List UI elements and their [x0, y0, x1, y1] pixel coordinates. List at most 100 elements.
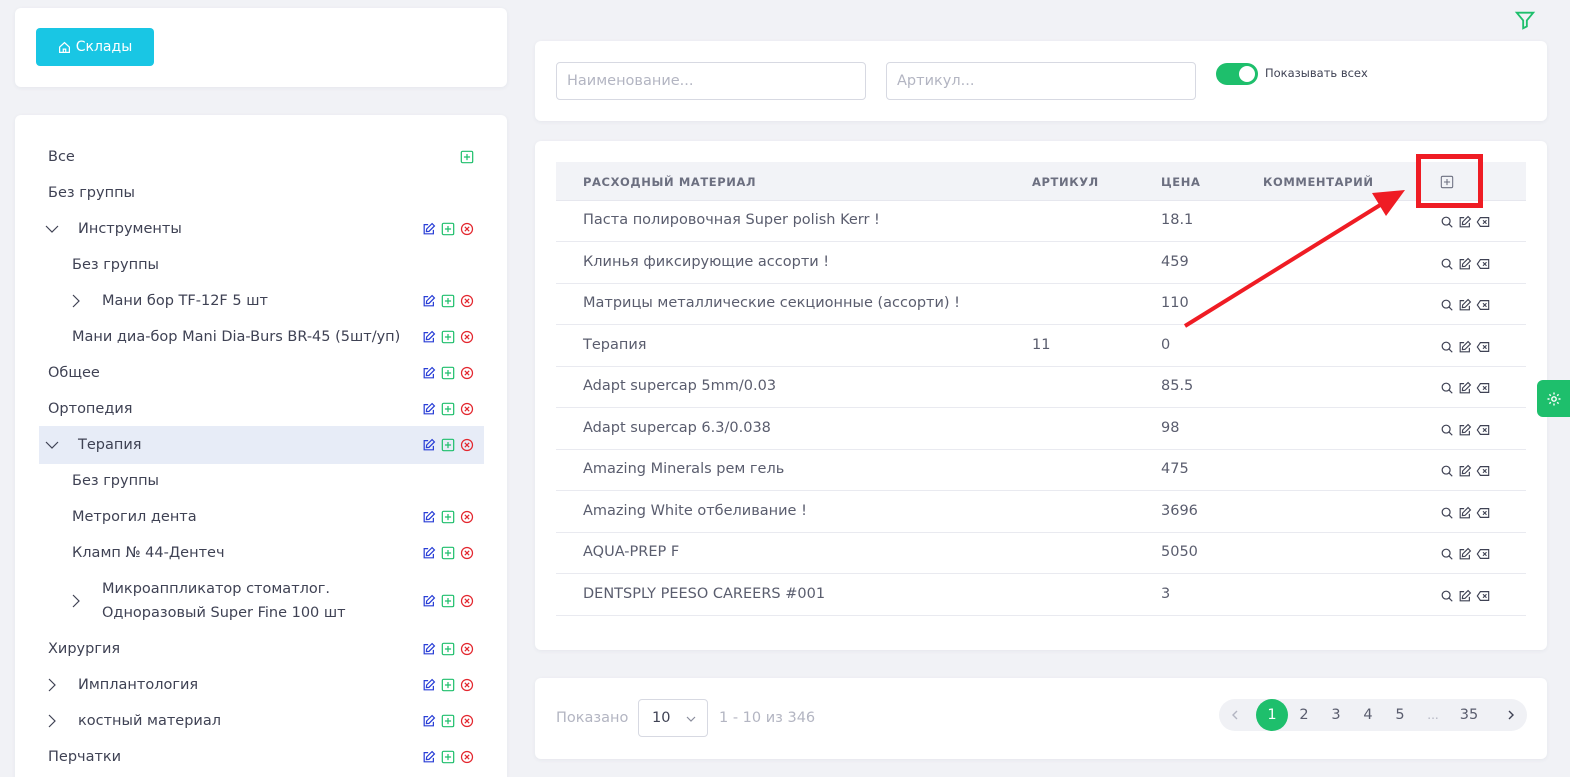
edit-icon[interactable] [1458, 340, 1472, 354]
delete-icon[interactable] [460, 294, 474, 308]
add-icon[interactable] [441, 222, 455, 236]
delete-icon[interactable] [460, 330, 474, 344]
table-row[interactable]: DENTSPLY PEESO CAREERS #001 3 [556, 575, 1526, 616]
settings-tab[interactable] [1537, 380, 1570, 417]
view-icon[interactable] [1440, 464, 1454, 478]
tree-item[interactable]: костный материал [39, 709, 484, 733]
edit-icon[interactable] [1458, 547, 1472, 561]
edit-icon[interactable] [422, 402, 436, 416]
edit-icon[interactable] [422, 510, 436, 524]
table-row[interactable]: Adapt supercap 6.3/0.038 98 [556, 409, 1526, 450]
tree-item[interactable]: Мани бор TF-12F 5 шт [39, 289, 484, 313]
prev-page-button[interactable] [1219, 699, 1251, 731]
delete-icon[interactable] [460, 402, 474, 416]
add-icon[interactable] [441, 510, 455, 524]
delete-icon[interactable] [1476, 340, 1490, 354]
table-row[interactable]: Amazing Minerals рем гель 475 [556, 450, 1526, 491]
edit-icon[interactable] [1458, 464, 1472, 478]
page-button[interactable]: 2 [1288, 699, 1320, 731]
next-page-button[interactable] [1495, 699, 1527, 731]
table-row[interactable]: Матрицы металлические секционные (ассорт… [556, 284, 1526, 325]
delete-icon[interactable] [1476, 298, 1490, 312]
add-icon[interactable] [441, 750, 455, 764]
name-search-input[interactable] [556, 62, 866, 100]
filter-icon[interactable] [1514, 9, 1536, 31]
table-row[interactable]: Amazing White отбеливание ! 3696 [556, 492, 1526, 533]
tree-item[interactable]: Без группы [39, 181, 484, 205]
chevron-right-icon[interactable] [69, 594, 83, 608]
edit-icon[interactable] [422, 330, 436, 344]
view-icon[interactable] [1440, 381, 1454, 395]
edit-icon[interactable] [1458, 589, 1472, 603]
delete-icon[interactable] [460, 594, 474, 608]
delete-icon[interactable] [1476, 381, 1490, 395]
delete-icon[interactable] [1476, 464, 1490, 478]
tree-item[interactable]: Ортопедия [39, 397, 484, 421]
edit-icon[interactable] [1458, 381, 1472, 395]
delete-icon[interactable] [460, 546, 474, 560]
article-search-input[interactable] [886, 62, 1196, 100]
delete-icon[interactable] [460, 678, 474, 692]
tree-item[interactable]: Хирургия [39, 637, 484, 661]
edit-icon[interactable] [422, 678, 436, 692]
edit-icon[interactable] [422, 714, 436, 728]
edit-icon[interactable] [1458, 215, 1472, 229]
add-icon[interactable] [441, 714, 455, 728]
table-row[interactable]: Adapt supercap 5mm/0.03 85.5 [556, 367, 1526, 408]
edit-icon[interactable] [1458, 298, 1472, 312]
tree-item[interactable]: Имплантология [39, 673, 484, 697]
add-icon[interactable] [460, 150, 474, 164]
edit-icon[interactable] [422, 366, 436, 380]
view-icon[interactable] [1440, 589, 1454, 603]
table-row[interactable]: Клинья фиксирующие ассорти ! 459 [556, 243, 1526, 284]
add-icon[interactable] [441, 546, 455, 560]
delete-icon[interactable] [1476, 215, 1490, 229]
add-icon[interactable] [441, 678, 455, 692]
chevron-down-icon[interactable] [45, 222, 59, 236]
edit-icon[interactable] [1458, 423, 1472, 437]
delete-icon[interactable] [460, 366, 474, 380]
chevron-right-icon[interactable] [69, 294, 83, 308]
delete-icon[interactable] [460, 714, 474, 728]
page-button[interactable]: 4 [1352, 699, 1384, 731]
edit-icon[interactable] [422, 222, 436, 236]
edit-icon[interactable] [422, 750, 436, 764]
view-icon[interactable] [1440, 298, 1454, 312]
view-icon[interactable] [1440, 423, 1454, 437]
tree-item[interactable]: Инструменты [39, 217, 484, 241]
table-row[interactable]: AQUA-PREP F 5050 [556, 533, 1526, 574]
show-all-toggle[interactable] [1216, 63, 1258, 85]
add-icon[interactable] [441, 366, 455, 380]
delete-icon[interactable] [460, 642, 474, 656]
page-size-select[interactable]: 10 [638, 699, 708, 737]
tree-item[interactable]: Мани диа-бор Mani Dia-Burs BR-45 (5шт/уп… [39, 325, 484, 349]
view-icon[interactable] [1440, 506, 1454, 520]
add-icon[interactable] [441, 402, 455, 416]
view-icon[interactable] [1440, 215, 1454, 229]
tree-item[interactable]: Терапия [39, 426, 484, 464]
page-button[interactable]: 35 [1453, 699, 1485, 731]
page-button[interactable]: ... [1417, 699, 1449, 731]
tree-item[interactable]: Кламп № 44-Дентеч [39, 541, 484, 565]
edit-icon[interactable] [422, 294, 436, 308]
warehouses-button[interactable]: Склады [36, 28, 154, 66]
edit-icon[interactable] [1458, 257, 1472, 271]
tree-item[interactable]: Микроаппликатор стоматлог. Одноразовый Su… [39, 577, 484, 625]
add-icon[interactable] [441, 642, 455, 656]
delete-icon[interactable] [460, 222, 474, 236]
table-row[interactable]: Паста полировочная Super polish Kerr ! 18… [556, 201, 1526, 242]
tree-item[interactable]: Перчатки [39, 745, 484, 769]
delete-icon[interactable] [1476, 257, 1490, 271]
header-material[interactable]: РАСХОДНЫЙ МАТЕРИАЛ [583, 175, 756, 189]
view-icon[interactable] [1440, 257, 1454, 271]
delete-icon[interactable] [1476, 506, 1490, 520]
delete-icon[interactable] [1476, 547, 1490, 561]
tree-item[interactable]: Метрогил дента [39, 505, 484, 529]
delete-icon[interactable] [460, 750, 474, 764]
edit-icon[interactable] [422, 594, 436, 608]
edit-icon[interactable] [422, 546, 436, 560]
chevron-right-icon[interactable] [45, 678, 59, 692]
delete-icon[interactable] [460, 510, 474, 524]
tree-item[interactable]: Без группы [39, 469, 484, 493]
delete-icon[interactable] [1476, 589, 1490, 603]
